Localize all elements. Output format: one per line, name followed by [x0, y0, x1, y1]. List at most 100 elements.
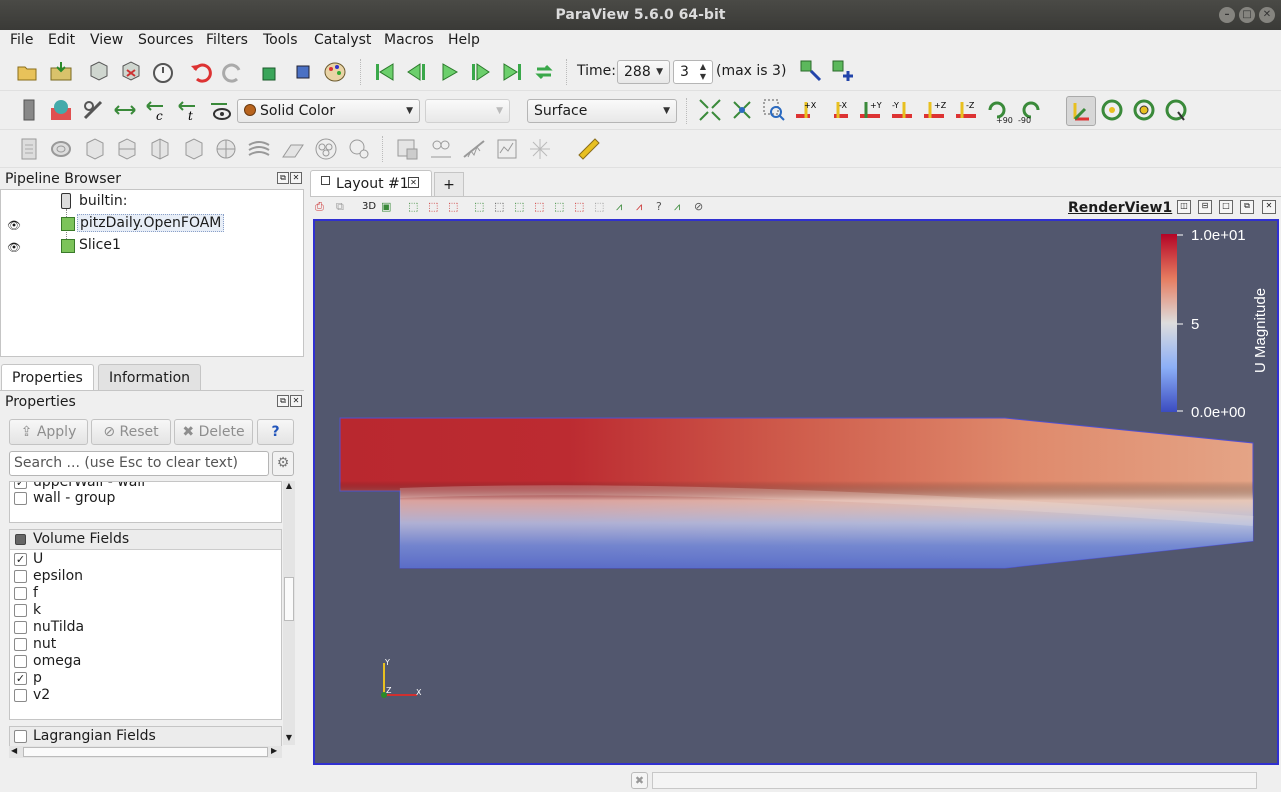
last-frame-icon[interactable] [499, 59, 525, 85]
camera-icon[interactable]: ▣ [381, 200, 391, 213]
menu-tools[interactable]: Tools [263, 32, 298, 48]
reset-center-icon[interactable] [1131, 97, 1157, 123]
calculator-icon[interactable] [16, 136, 42, 162]
render-view[interactable]: 1.0e+01 5 0.0e+00 U Magnitude Y X Z [313, 219, 1279, 765]
tree-item-builtin[interactable]: builtin: [79, 193, 128, 209]
help-button[interactable]: ? [257, 419, 294, 445]
menu-catalyst[interactable]: Catalyst [314, 32, 371, 48]
select-points-icon[interactable]: ⬚ [428, 200, 438, 213]
field-checkbox[interactable]: ✓ [14, 553, 27, 566]
capture-icon[interactable]: ⎙ [315, 200, 324, 214]
polygon-select-icon[interactable]: ⬚ [514, 200, 524, 213]
reset-camera-icon[interactable] [697, 97, 723, 123]
plot-selection-icon[interactable] [428, 136, 454, 162]
slice-icon[interactable] [114, 136, 140, 162]
eye-icon[interactable]: 👁 [7, 219, 21, 232]
close-icon[interactable]: ✕ [290, 172, 302, 184]
find-data-icon[interactable] [798, 58, 824, 84]
hover-points-icon[interactable]: ⬚ [534, 200, 544, 213]
reset-button[interactable]: ⊘ Reset [91, 419, 171, 445]
patch-checkbox[interactable]: ✓ [14, 482, 27, 489]
camera-redo-icon[interactable] [290, 59, 316, 85]
view-minus-z-icon[interactable]: -Z [953, 97, 979, 123]
float-view-icon[interactable]: ⧉ [1240, 200, 1254, 214]
cancel-progress-icon[interactable]: ✖ [631, 772, 648, 789]
connect-icon[interactable] [86, 59, 112, 85]
timestep-spinbox[interactable]: 3 ▲ ▼ [673, 60, 713, 84]
scroll-right-icon[interactable]: ▶ [271, 746, 277, 755]
extract-subset-icon[interactable] [181, 136, 207, 162]
link-camera-icon[interactable]: ⧉ [336, 200, 344, 214]
scrollbar-thumb[interactable] [284, 577, 294, 621]
zoom-to-box-icon[interactable] [761, 97, 787, 123]
zoom-to-data-icon[interactable] [729, 97, 755, 123]
menu-filters[interactable]: Filters [206, 32, 248, 48]
view-plus-y-icon[interactable]: +Y [857, 97, 883, 123]
lagrangian-checkbox[interactable] [14, 730, 27, 743]
edit-colormap-icon[interactable] [48, 97, 74, 123]
disconnect-icon[interactable] [118, 59, 144, 85]
select-block-icon[interactable]: ⬚ [474, 200, 484, 213]
split-horizontal-icon[interactable]: ◫ [1177, 200, 1191, 214]
gear-icon[interactable]: ⚙ [272, 451, 294, 476]
scroll-down-icon[interactable]: ▼ [283, 733, 295, 742]
extract-level-icon[interactable] [346, 136, 372, 162]
field-checkbox[interactable] [14, 621, 27, 634]
properties-search-input[interactable]: Search ... (use Esc to clear text) [9, 451, 269, 476]
apply-button[interactable]: ⇪ Apply [9, 419, 88, 445]
color-by-select[interactable]: Solid Color ▼ [237, 99, 420, 123]
pick-center-icon[interactable] [1163, 97, 1189, 123]
load-state-icon[interactable] [48, 59, 74, 85]
show-orientation-axes-icon[interactable] [1066, 96, 1096, 126]
scroll-up-icon[interactable]: ▲ [283, 481, 295, 490]
tab-layout-1[interactable]: Layout #1 ✕ [310, 170, 432, 197]
clear-selection-icon[interactable]: ⊘ [694, 200, 703, 213]
float-icon[interactable]: ⧉ [277, 172, 289, 184]
previous-frame-icon[interactable] [404, 59, 430, 85]
loop-icon[interactable] [531, 59, 557, 85]
close-button[interactable]: ✕ [1259, 7, 1275, 23]
group-datasets-icon[interactable] [313, 136, 339, 162]
view-plus-x-icon[interactable]: +X [793, 97, 819, 123]
camera-undo-icon[interactable] [258, 59, 284, 85]
grow-selection-icon[interactable]: ⬚ [574, 200, 584, 213]
field-checkbox[interactable] [14, 655, 27, 668]
select-cells-icon[interactable]: ⬚ [408, 200, 418, 213]
stream-tracer-icon[interactable] [246, 136, 272, 162]
extract-selection-icon[interactable] [394, 136, 420, 162]
maximize-view-icon[interactable]: □ [1219, 200, 1233, 214]
view-minus-y-icon[interactable]: -Y [889, 97, 915, 123]
play-icon[interactable] [436, 59, 462, 85]
hover-cells-icon[interactable]: ⬚ [554, 200, 564, 213]
rescale-custom-icon[interactable] [112, 97, 138, 123]
threshold-icon[interactable] [147, 136, 173, 162]
plot-data-icon[interactable] [494, 136, 520, 162]
patch-checkbox[interactable] [14, 492, 27, 505]
first-frame-icon[interactable] [372, 59, 398, 85]
delete-button[interactable]: ✖ Delete [174, 419, 253, 445]
toggle-colorbar-icon[interactable] [16, 97, 42, 123]
scroll-left-icon[interactable]: ◀ [11, 746, 17, 755]
interactive-select-icon[interactable]: ⬚ [494, 200, 504, 213]
horizontal-scrollbar[interactable]: ◀ ▶ [9, 746, 282, 758]
undo-icon[interactable] [188, 59, 214, 85]
rescale-c-icon[interactable]: c [144, 97, 170, 123]
field-checkbox[interactable] [14, 638, 27, 651]
menu-sources[interactable]: Sources [138, 32, 193, 48]
tab-properties[interactable]: Properties [1, 364, 94, 391]
toggle-3d-button[interactable]: 3D [362, 201, 376, 212]
close-view-icon[interactable]: ✕ [1262, 200, 1276, 214]
eye-icon[interactable]: 👁 [7, 241, 21, 254]
next-frame-icon[interactable] [467, 59, 493, 85]
field-checkbox[interactable] [14, 604, 27, 617]
float-icon[interactable]: ⧉ [277, 395, 289, 407]
redo-icon[interactable] [220, 59, 246, 85]
time-select[interactable]: 288 ▼ [617, 60, 670, 84]
contour-icon[interactable] [48, 136, 74, 162]
close-tab-icon[interactable]: ✕ [408, 177, 419, 188]
ruler-icon[interactable] [576, 136, 602, 162]
menu-help[interactable]: Help [448, 32, 480, 48]
tree-item-pitzdaily[interactable]: pitzDaily.OpenFOAM [77, 214, 225, 232]
auto-apply-icon[interactable] [150, 59, 176, 85]
palette-icon[interactable] [322, 59, 348, 85]
